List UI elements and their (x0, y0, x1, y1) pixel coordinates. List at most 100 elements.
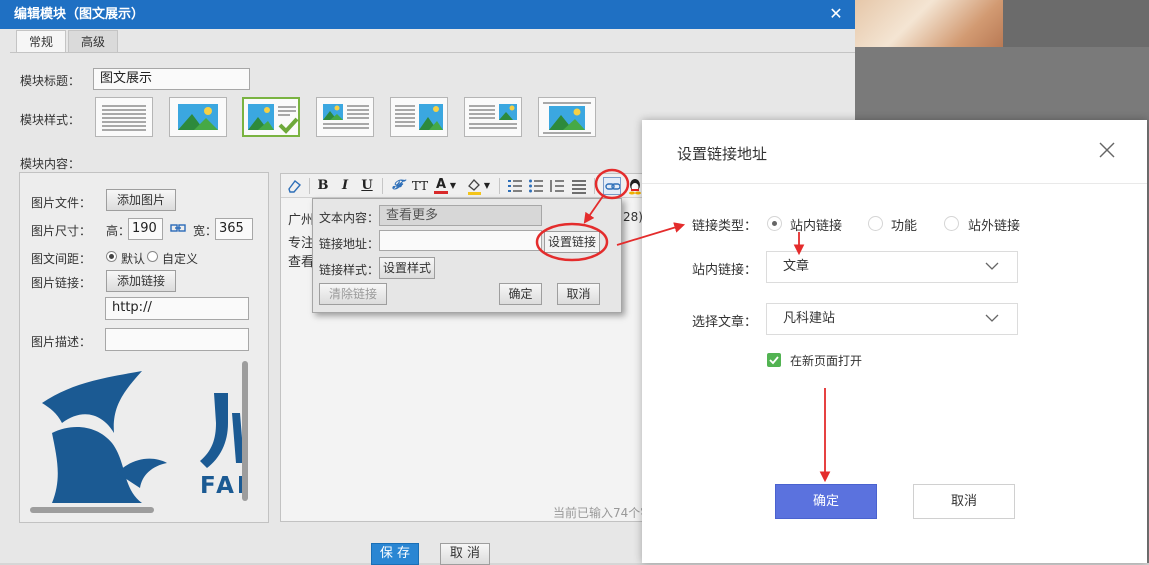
cancel-button[interactable]: 取 消 (440, 543, 490, 565)
link-dialog-title: 设置链接地址 (677, 145, 768, 163)
choose-article-value: 凡科建站 (783, 311, 836, 326)
module-title-input[interactable]: 图文展示 (93, 68, 250, 90)
style-image-bottom-text[interactable] (538, 97, 596, 137)
style-image-only[interactable] (169, 97, 227, 137)
text-lines-icon (102, 105, 146, 131)
logo-text: FAI (200, 473, 244, 499)
choose-article-label: 选择文章： (692, 315, 758, 330)
link-address-label: 链接地址： (319, 237, 380, 251)
module-title-label: 模块标题： (20, 74, 81, 88)
link-type-external-radio[interactable] (944, 216, 959, 231)
chevron-down-icon[interactable]: ▼ (483, 177, 491, 195)
link-type-function-radio[interactable] (868, 216, 883, 231)
set-link-button[interactable]: 设置链接 (544, 231, 600, 253)
close-icon[interactable]: ✕ (825, 3, 847, 25)
landscape-right-text-icon (395, 104, 443, 130)
font-color-button[interactable]: A (434, 177, 448, 194)
link-dialog-cancel-button[interactable]: 取消 (913, 484, 1015, 519)
add-link-button[interactable]: 添加链接 (106, 270, 176, 292)
link-type-label: 链接类型： (692, 219, 758, 234)
checkmark-icon (769, 356, 779, 365)
italic-button[interactable]: I (338, 177, 352, 195)
horizontal-scrollbar[interactable] (30, 507, 154, 513)
chevron-down-icon (985, 314, 999, 322)
toolbar-separator (382, 178, 383, 194)
content-line-3[interactable]: 查看 (288, 251, 314, 270)
spacing-custom-label: 自定义 (162, 252, 199, 266)
ordered-list-icon[interactable] (507, 177, 523, 195)
align-justify-icon[interactable] (571, 177, 587, 195)
link-dialog-ok-button[interactable]: 确定 (775, 484, 877, 519)
image-link-label: 图片链接： (31, 276, 92, 290)
clear-link-button[interactable]: 清除链接 (319, 283, 387, 305)
width-label: 宽： (193, 224, 218, 238)
style-image-top-text-selected[interactable] (242, 97, 300, 137)
set-style-button[interactable]: 设置样式 (379, 257, 435, 279)
open-new-page-label: 在新页面打开 (790, 354, 863, 368)
dialog-title-bar: 编辑模块（图文展示） ✕ (0, 0, 855, 29)
landscape-checked-icon (248, 104, 299, 134)
chevron-down-icon (985, 262, 999, 270)
link-style-label: 链接样式： (319, 263, 380, 277)
background-photo (855, 0, 1003, 47)
landscape-bottom-text-icon (543, 102, 591, 134)
height-label: 高： (106, 224, 131, 238)
font-family-icon[interactable]: 𝓕 (389, 177, 405, 195)
style-image-right-text[interactable] (390, 97, 448, 137)
close-icon[interactable] (1097, 140, 1117, 160)
link-type-internal-label: 站内链接 (790, 219, 843, 234)
image-desc-input[interactable] (105, 328, 249, 351)
style-image-left-text[interactable] (316, 97, 374, 137)
content-line-1[interactable]: 广州 (288, 209, 314, 228)
editor-toolbar: B I U 𝓕 TT A ▼ ▼ (281, 174, 654, 198)
style-text-only[interactable] (95, 97, 153, 137)
choose-article-select[interactable]: 凡科建站 (766, 303, 1018, 335)
save-button[interactable]: 保 存 (371, 543, 419, 565)
vertical-scrollbar[interactable] (242, 361, 248, 501)
tab-general[interactable]: 常规 (16, 30, 67, 53)
font-size-button[interactable]: TT (411, 177, 429, 195)
toolbar-separator (594, 178, 595, 194)
open-new-page-checkbox[interactable] (767, 353, 781, 367)
chevron-down-icon[interactable]: ▼ (449, 177, 457, 195)
spacing-custom-radio[interactable] (147, 251, 158, 262)
toolbar-separator (499, 178, 500, 194)
link-type-external-label: 站外链接 (968, 219, 1021, 234)
link-popup: 文本内容： 查看更多 链接地址： 设置链接 链接样式： 设置样式 清除链接 确定… (312, 198, 622, 313)
image-file-label: 图片文件： (31, 196, 92, 210)
link-url-input[interactable]: http:// (105, 297, 249, 320)
line-height-icon[interactable] (549, 177, 565, 195)
spacing-label: 图文间距： (31, 252, 92, 266)
paint-bucket-icon[interactable] (466, 177, 482, 195)
bold-button[interactable]: B (316, 177, 330, 195)
landscape-right-small-icon (469, 104, 517, 129)
popup-cancel-button[interactable]: 取消 (557, 283, 600, 305)
style-text-image-right[interactable] (464, 97, 522, 137)
dialog-title: 编辑模块（图文展示） (14, 7, 145, 22)
width-input[interactable]: 365 (215, 218, 253, 240)
internal-link-select[interactable]: 文章 (766, 251, 1018, 283)
internal-link-label: 站内链接： (692, 263, 758, 278)
link-ratio-icon[interactable] (170, 223, 186, 233)
eraser-icon[interactable] (286, 177, 302, 195)
content-line-2[interactable]: 专注 (288, 232, 314, 251)
text-content-input[interactable]: 查看更多 (379, 205, 542, 226)
set-link-dialog: 设置链接地址 链接类型： 站内链接 功能 站外链接 站内链接： 文章 选择文章：… (642, 120, 1147, 563)
unordered-list-icon[interactable] (528, 177, 544, 195)
add-image-button[interactable]: 添加图片 (106, 189, 176, 211)
landscape-icon (178, 104, 218, 130)
qq-icon[interactable] (627, 177, 643, 195)
underline-button[interactable]: U (360, 177, 374, 195)
link-icon[interactable] (603, 177, 621, 195)
link-address-input[interactable] (379, 230, 542, 251)
image-desc-label: 图片描述： (31, 335, 92, 349)
height-input[interactable]: 190 (128, 218, 163, 240)
popup-ok-button[interactable]: 确定 (499, 283, 542, 305)
spacing-default-radio[interactable] (106, 251, 117, 262)
link-dialog-header: 设置链接地址 (642, 120, 1147, 184)
link-type-internal-radio[interactable] (767, 216, 782, 231)
module-content-label: 模块内容： (20, 157, 81, 171)
internal-link-value: 文章 (783, 259, 810, 274)
tab-bar: 常规 高级 (16, 30, 120, 53)
tab-advanced[interactable]: 高级 (68, 30, 119, 53)
